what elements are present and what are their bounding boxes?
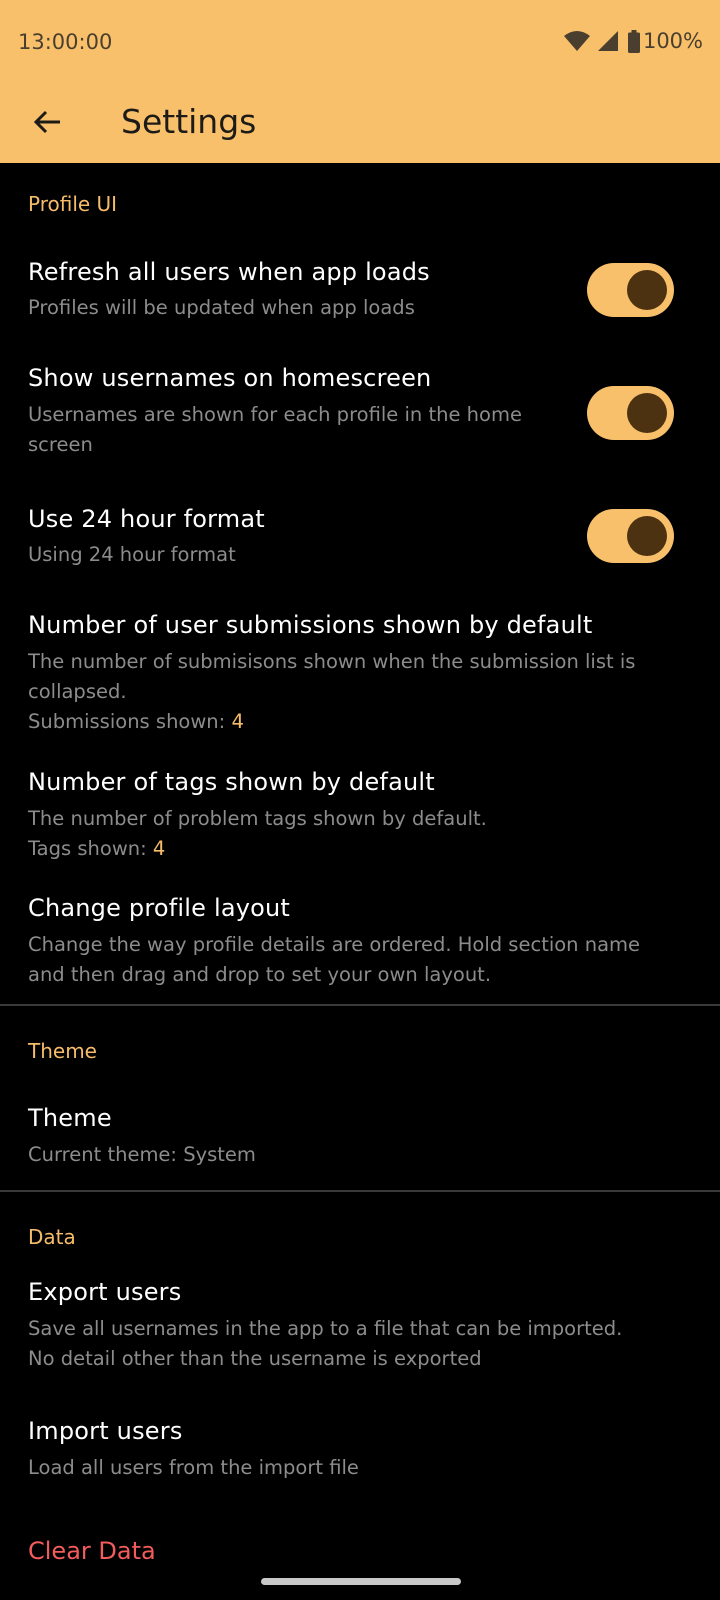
setting-title: Number of tags shown by default [28, 768, 435, 796]
setting-subtitle: Using 24 hour format [28, 543, 236, 566]
toggle-knob [627, 393, 667, 433]
show-usernames-toggle[interactable] [587, 386, 674, 440]
tags-count-label: Tags shown: [28, 837, 153, 860]
toggle-knob [627, 516, 667, 556]
clear-data-button[interactable]: Clear Data [28, 1537, 156, 1565]
setting-subtitle: Load all users from the import file [28, 1456, 359, 1479]
setting-title: Number of user submissions shown by defa… [28, 611, 593, 639]
setting-title: Use 24 hour format [28, 505, 265, 533]
24-hour-format-toggle[interactable] [587, 509, 674, 563]
section-header-data: Data [28, 1225, 76, 1249]
arrow-left-icon [33, 109, 63, 139]
setting-title: Export users [28, 1278, 182, 1306]
submissions-count-label: Submissions shown: [28, 710, 232, 733]
setting-title: Import users [28, 1417, 183, 1445]
setting-subtitle: collapsed. [28, 680, 127, 703]
section-header-profile-ui: Profile UI [28, 192, 118, 216]
section-divider [0, 1004, 720, 1006]
setting-subtitle: Usernames are shown for each profile in … [28, 403, 522, 426]
setting-subtitle: screen [28, 433, 93, 456]
section-header-theme: Theme [28, 1039, 97, 1063]
setting-subtitle: The number of submisisons shown when the… [28, 650, 636, 673]
back-button[interactable] [26, 102, 70, 146]
wifi-icon [563, 30, 591, 52]
section-divider [0, 1190, 720, 1192]
setting-subtitle: Change the way profile details are order… [28, 933, 641, 956]
submissions-count-value: 4 [231, 710, 244, 733]
battery-percentage: 100% [642, 29, 703, 53]
toggle-knob [627, 270, 667, 310]
cell-signal-icon [597, 30, 619, 52]
status-bar: 13:00:00 100% [0, 0, 720, 84]
app-bar: Settings [0, 84, 720, 163]
setting-subtitle: Current theme: System [28, 1143, 256, 1166]
refresh-users-toggle[interactable] [587, 263, 674, 317]
setting-title: Change profile layout [28, 894, 291, 922]
setting-subtitle: Save all usernames in the app to a file … [28, 1317, 623, 1340]
submissions-count-row: Submissions shown: 4 [28, 707, 244, 737]
setting-subtitle: No detail other than the username is exp… [28, 1347, 482, 1370]
setting-subtitle: Profiles will be updated when app loads [28, 296, 415, 319]
tags-count-row: Tags shown: 4 [28, 834, 165, 864]
status-icons: 100% [563, 28, 703, 54]
status-time: 13:00:00 [18, 30, 113, 54]
setting-subtitle: and then drag and drop to set your own l… [28, 963, 492, 986]
home-indicator[interactable] [261, 1578, 461, 1585]
battery-icon [627, 29, 640, 53]
page-title: Settings [121, 102, 257, 141]
setting-subtitle: The number of problem tags shown by defa… [28, 807, 487, 830]
setting-title: Refresh all users when app loads [28, 258, 430, 286]
setting-title: Theme [28, 1104, 112, 1132]
setting-title: Show usernames on homescreen [28, 364, 432, 392]
tags-count-value: 4 [152, 837, 166, 860]
